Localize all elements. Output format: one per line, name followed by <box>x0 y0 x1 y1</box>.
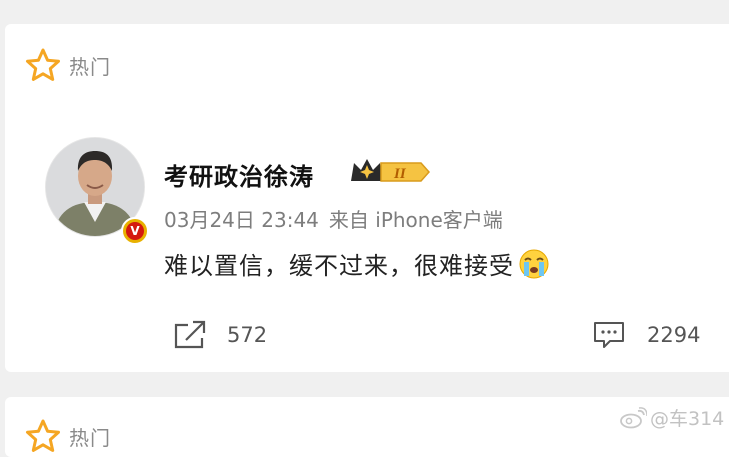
author-name[interactable]: 考研政治徐涛 <box>164 157 314 192</box>
hot-section-header-next: 热门 <box>25 419 111 453</box>
hot-section-header: 热门 <box>25 48 111 82</box>
comment-count: 2294 <box>647 323 701 347</box>
avatar-wrap[interactable]: V <box>45 137 149 245</box>
post-text: 难以置信，缓不过来，很难接受 <box>164 252 514 280</box>
feed-card: 热门 V 考研政治徐涛 II 03月24日 23:44 来自 iPhone客户端… <box>5 24 729 372</box>
repost-count: 572 <box>227 323 268 347</box>
crown-icon: II <box>351 159 431 182</box>
post-meta: 03月24日 23:44 来自 iPhone客户端 <box>164 204 503 233</box>
membership-crown-badge[interactable]: II <box>349 157 431 189</box>
comment-icon <box>594 322 624 348</box>
verified-v-icon: V <box>126 222 144 240</box>
post-source: 来自 iPhone客户端 <box>328 208 503 232</box>
star-icon <box>26 48 60 81</box>
section-title: 热门 <box>69 54 111 79</box>
crying-face-emoji-icon <box>519 249 549 278</box>
weibo-watermark: @车314 <box>619 404 724 431</box>
repost-button[interactable]: 572 <box>173 320 267 350</box>
post-date[interactable]: 03月24日 23:44 <box>164 208 319 232</box>
share-icon <box>174 320 206 349</box>
watermark-text: @车314 <box>650 408 725 430</box>
section-title: 热门 <box>69 425 111 450</box>
comment-button[interactable]: 2294 <box>593 320 700 350</box>
crown-level: II <box>393 166 407 182</box>
post-content: 难以置信，缓不过来，很难接受 <box>164 246 550 281</box>
star-icon <box>26 419 60 452</box>
weibo-logo-icon <box>620 406 647 428</box>
verified-badge: V <box>121 217 149 245</box>
